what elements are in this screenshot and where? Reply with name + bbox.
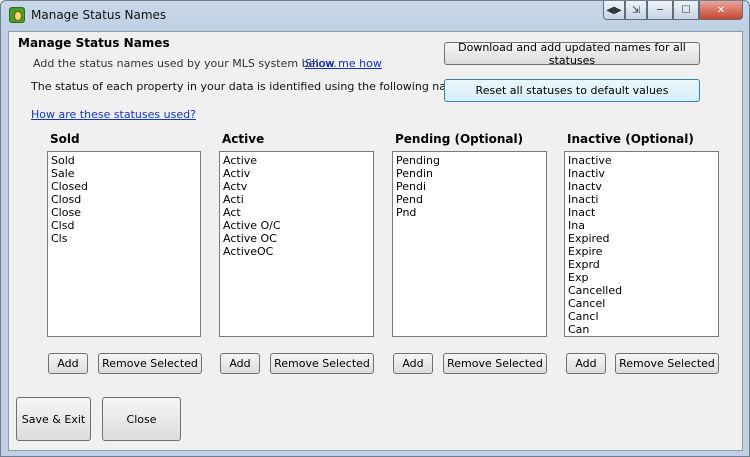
list-item[interactable]: Exprd bbox=[568, 258, 715, 271]
list-item[interactable]: Cancelled bbox=[568, 284, 715, 297]
list-item[interactable]: Close bbox=[51, 206, 197, 219]
caption-buttons: ◀▶ ⇲ ─ ☐ ✕ bbox=[603, 1, 743, 21]
list-item[interactable]: Inactive bbox=[568, 154, 715, 167]
list-item[interactable]: Closd bbox=[51, 193, 197, 206]
list-item[interactable]: Exp bbox=[568, 271, 715, 284]
list-item[interactable]: Acti bbox=[223, 193, 370, 206]
list-item[interactable]: Ina bbox=[568, 219, 715, 232]
pending-listbox[interactable]: Pending Pendin Pendi Pend Pnd bbox=[392, 151, 547, 337]
list-item[interactable]: Pendin bbox=[396, 167, 543, 180]
reset-statuses-button[interactable]: Reset all statuses to default values bbox=[444, 79, 700, 102]
list-item[interactable]: Sold bbox=[51, 154, 197, 167]
list-item[interactable]: Act bbox=[223, 206, 370, 219]
list-item[interactable]: Closed bbox=[51, 180, 197, 193]
manage-status-names-window: Manage Status Names ◀▶ ⇲ ─ ☐ ✕ Manage St… bbox=[0, 0, 750, 457]
list-item[interactable]: Clsd bbox=[51, 219, 197, 232]
title-bar[interactable]: Manage Status Names ◀▶ ⇲ ─ ☐ ✕ bbox=[1, 1, 749, 31]
list-item[interactable]: Sale bbox=[51, 167, 197, 180]
app-icon bbox=[9, 7, 25, 23]
list-item[interactable]: Active OC bbox=[223, 232, 370, 245]
save-exit-button[interactable]: Save & Exit bbox=[16, 397, 91, 441]
resize-arrows-icon[interactable]: ◀▶ bbox=[603, 1, 625, 20]
list-item[interactable]: Active bbox=[223, 154, 370, 167]
minimize-button[interactable]: ─ bbox=[647, 1, 673, 20]
list-item[interactable]: Activ bbox=[223, 167, 370, 180]
inactive-label: Inactive (Optional) bbox=[567, 132, 694, 146]
list-item[interactable]: Pendi bbox=[396, 180, 543, 193]
active-label: Active bbox=[222, 132, 265, 146]
info-text: The status of each property in your data… bbox=[31, 80, 473, 93]
list-item[interactable]: Expire bbox=[568, 245, 715, 258]
how-statuses-used-link[interactable]: How are these statuses used? bbox=[31, 108, 196, 121]
list-item[interactable]: Cancl bbox=[568, 310, 715, 323]
list-item[interactable]: Pending bbox=[396, 154, 543, 167]
list-item[interactable]: Cls bbox=[51, 232, 197, 245]
list-item[interactable]: Active O/C bbox=[223, 219, 370, 232]
page-title: Manage Status Names bbox=[18, 36, 170, 50]
restore-icon[interactable]: ⇲ bbox=[625, 1, 647, 20]
active-remove-selected-button[interactable]: Remove Selected bbox=[270, 353, 374, 374]
pending-label: Pending (Optional) bbox=[395, 132, 524, 146]
close-window-button[interactable]: ✕ bbox=[699, 1, 743, 20]
sold-label: Sold bbox=[50, 132, 80, 146]
list-item[interactable]: Inactiv bbox=[568, 167, 715, 180]
download-names-button[interactable]: Download and add updated names for all s… bbox=[444, 41, 700, 67]
maximize-button[interactable]: ☐ bbox=[673, 1, 699, 20]
close-button[interactable]: Close bbox=[102, 397, 181, 441]
window-title: Manage Status Names bbox=[31, 8, 167, 22]
list-item[interactable]: Actv bbox=[223, 180, 370, 193]
inactive-listbox[interactable]: Inactive Inactiv Inactv Inacti Inact Ina… bbox=[564, 151, 719, 337]
list-item[interactable]: ActiveOC bbox=[223, 245, 370, 258]
list-item[interactable]: Inact bbox=[568, 206, 715, 219]
list-item[interactable]: Inacti bbox=[568, 193, 715, 206]
sold-remove-selected-button[interactable]: Remove Selected bbox=[98, 353, 202, 374]
list-item[interactable]: Pnd bbox=[396, 206, 543, 219]
pending-remove-selected-button[interactable]: Remove Selected bbox=[443, 353, 547, 374]
list-item[interactable]: Pend bbox=[396, 193, 543, 206]
active-listbox[interactable]: Active Activ Actv Acti Act Active O/C Ac… bbox=[219, 151, 374, 337]
list-item[interactable]: Cancel bbox=[568, 297, 715, 310]
list-item[interactable]: Inactv bbox=[568, 180, 715, 193]
show-me-how-link[interactable]: Show me how bbox=[305, 57, 382, 70]
sold-add-button[interactable]: Add bbox=[48, 353, 88, 374]
list-item[interactable]: Expired bbox=[568, 232, 715, 245]
sold-listbox[interactable]: Sold Sale Closed Closd Close Clsd Cls bbox=[47, 151, 201, 337]
inactive-remove-selected-button[interactable]: Remove Selected bbox=[615, 353, 719, 374]
instructions-text: Add the status names used by your MLS sy… bbox=[33, 57, 337, 70]
inactive-add-button[interactable]: Add bbox=[566, 353, 606, 374]
pending-add-button[interactable]: Add bbox=[393, 353, 433, 374]
active-add-button[interactable]: Add bbox=[220, 353, 260, 374]
dialog-body: Manage Status Names Add the status names… bbox=[8, 31, 743, 451]
list-item[interactable]: Can bbox=[568, 323, 715, 336]
